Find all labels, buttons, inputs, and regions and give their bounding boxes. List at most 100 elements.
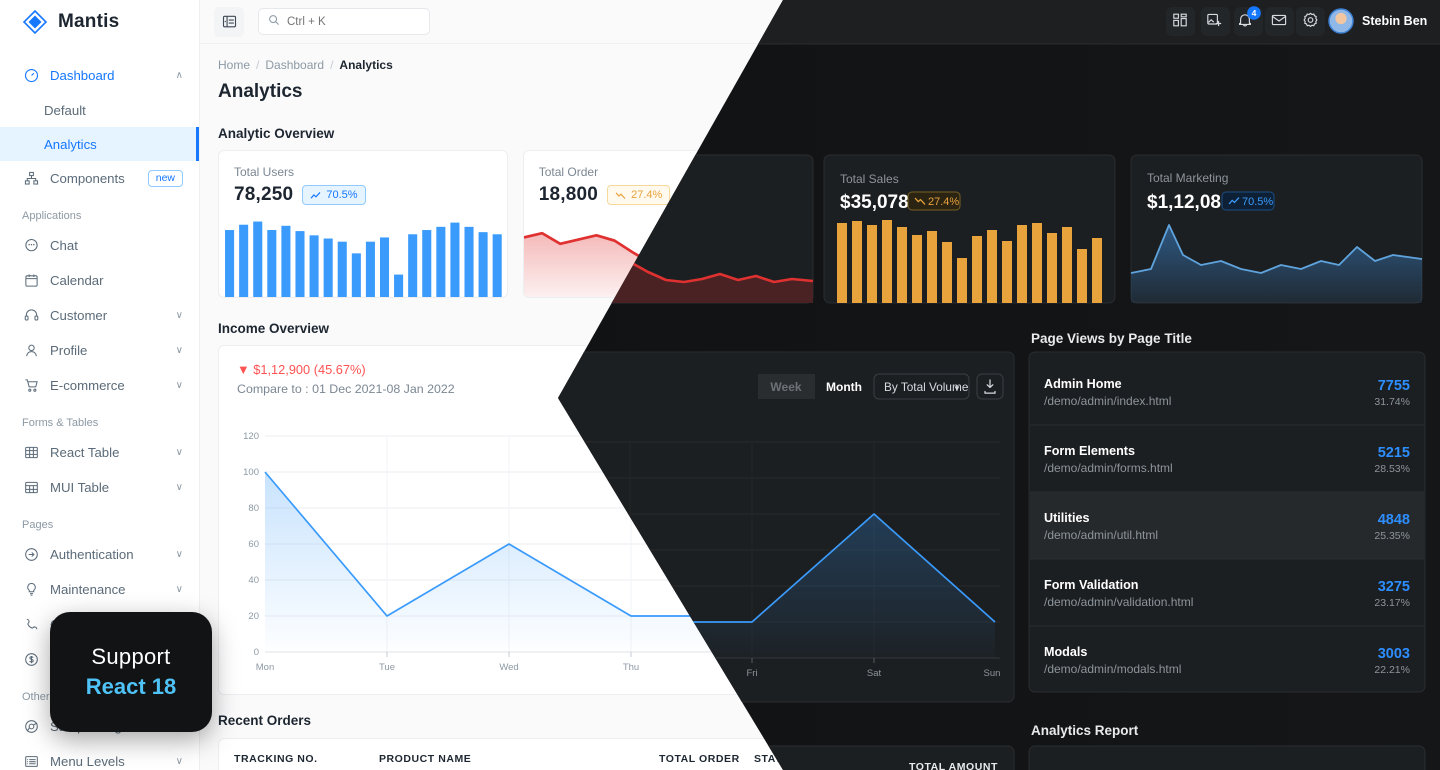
status-badge: 70.5% — [302, 184, 366, 206]
table-icon — [22, 445, 40, 460]
breadcrumb-dashboard[interactable]: Dashboard — [265, 58, 324, 72]
mail-icon[interactable] — [1245, 6, 1276, 37]
top-header: 4 Stebin Ben — [200, 0, 1440, 44]
list-item[interactable]: Utilities /demo/admin/util.html 4848 25.… — [1028, 464, 1421, 523]
menu-fold-icon[interactable] — [214, 6, 244, 37]
menu-list-icon — [22, 754, 40, 769]
column-status: STATUS — [754, 753, 798, 765]
income-delta-text: $1,12,900 (45.67%) — [253, 362, 366, 377]
bell-icon[interactable]: 4 — [1210, 6, 1241, 37]
gear-icon[interactable] — [1280, 6, 1311, 37]
list-item[interactable]: Form Elements /demo/admin/forms.html 521… — [1028, 405, 1421, 464]
login-icon — [22, 547, 40, 562]
page-views-panel: Admin Home /demo/admin/index.html 7755 3… — [1027, 345, 1422, 695]
period-week-button[interactable]: Week — [690, 363, 754, 389]
column-tracking-no: TRACKING NO. — [234, 753, 318, 765]
table-icon — [22, 480, 40, 495]
page-view-count: 7755 — [1373, 359, 1406, 375]
stat-delta: 70.5% — [1267, 188, 1299, 201]
notification-count: 4 — [1225, 8, 1239, 21]
sidebar-item-calendar[interactable]: Calendar — [0, 263, 199, 298]
sparkline-bars — [219, 212, 507, 297]
page-view-count: 3003 — [1373, 595, 1406, 611]
sidebar-item-customer[interactable]: Customer ∨ — [0, 298, 199, 333]
chat-icon — [22, 238, 40, 253]
sidebar-item-authentication[interactable]: Authentication ∨ — [0, 537, 199, 572]
search-input[interactable] — [287, 15, 420, 28]
status-badge: 27.4% — [607, 184, 671, 206]
download-button[interactable] — [965, 362, 994, 390]
orders-table-header: TRACKING NO. PRODUCT NAME TOTAL ORDER ST… — [219, 739, 1011, 765]
apps-grid-icon[interactable] — [1140, 6, 1171, 37]
period-month-button[interactable]: Month — [753, 363, 822, 389]
header-actions: 4 Stebin Ben — [1140, 6, 1426, 37]
calendar-icon — [22, 273, 40, 288]
brand[interactable]: Mantis — [0, 0, 199, 44]
trend-up-icon — [310, 191, 321, 199]
phone-icon — [22, 617, 40, 632]
stat-card-total-sales[interactable]: Total Sales $35,078 27.4% — [827, 150, 1118, 298]
page-view-pct: 22.21% — [1370, 615, 1406, 627]
sidebar-item-label: Customer — [50, 308, 108, 323]
sidebar-item-mui-table[interactable]: MUI Table ∨ — [0, 470, 199, 505]
sidebar-item-react-table[interactable]: React Table ∨ — [0, 435, 199, 470]
stat-card-total-users[interactable]: Total Users 78,250 70.5% — [218, 150, 508, 298]
trend-down-icon — [615, 191, 626, 199]
chrome-icon — [22, 719, 40, 734]
period-toggle[interactable]: Week Month — [690, 363, 822, 389]
image-add-icon[interactable] — [1175, 6, 1206, 37]
list-item[interactable]: Modals /demo/admin/modals.html 3003 22.2… — [1028, 582, 1421, 640]
breadcrumb-current: Analytics — [339, 58, 393, 72]
page-view-pct: 23.17% — [1370, 556, 1406, 568]
page-view-pct: 25.35% — [1370, 497, 1406, 509]
svg-text:20: 20 — [248, 611, 259, 622]
sidebar-item-default[interactable]: Default — [0, 93, 199, 127]
list-item[interactable]: Form Validation /demo/admin/validation.h… — [1028, 523, 1421, 582]
sidebar-item-components[interactable]: Components new — [0, 161, 199, 196]
chevron-down-icon: ▼ — [936, 371, 945, 381]
chevron-down-icon: ∨ — [175, 345, 183, 356]
svg-text:Wed: Wed — [499, 662, 518, 673]
trend-up-icon — [1252, 191, 1263, 199]
svg-text:80: 80 — [248, 503, 259, 514]
search-box[interactable] — [258, 8, 430, 35]
sidebar-item-maintenance[interactable]: Maintenance ∨ — [0, 572, 199, 607]
sidebar-item-ecommerce[interactable]: E-commerce ∨ — [0, 368, 199, 403]
page-view-pct: 31.74% — [1370, 379, 1406, 391]
sparkline-area — [523, 212, 812, 297]
sidebar-item-chat[interactable]: Chat — [0, 228, 199, 263]
user-icon — [22, 343, 40, 358]
sidebar-item-label: Dashboard — [50, 68, 115, 83]
user-name: Stebin Ben — [1360, 14, 1426, 29]
svg-text:100: 100 — [243, 467, 259, 478]
main-content: Home / Dashboard / Analytics Analytics A… — [200, 44, 1440, 770]
section-page-views-title: Page Views by Page Title — [1027, 321, 1188, 336]
sidebar-item-analytics[interactable]: Analytics — [0, 127, 199, 161]
page-view-url: /demo/admin/forms.html — [1043, 436, 1172, 450]
page-view-title: Modals — [1043, 595, 1087, 609]
sidebar-item-label: Analytics — [44, 136, 97, 152]
support-badge[interactable]: Support React 18 — [50, 612, 212, 732]
sidebar-group-pages: Pages — [22, 519, 54, 531]
breadcrumb-home[interactable]: Home — [218, 58, 250, 72]
stat-delta: 27.4% — [631, 188, 663, 201]
analytics-report-panel — [1027, 738, 1422, 770]
sitemap-icon — [22, 171, 40, 186]
brand-name: Mantis — [58, 11, 120, 32]
svg-text:Tue: Tue — [379, 662, 395, 673]
support-line2: React 18 — [85, 674, 177, 699]
stat-value: 18,800 — [538, 184, 599, 205]
avatar[interactable] — [1322, 8, 1349, 35]
trend-down-icon — [931, 191, 942, 199]
sidebar-group-forms-tables: Forms & Tables — [22, 417, 99, 429]
stat-card-total-marketing[interactable]: Total Marketing $1,12,083 70.5% — [1132, 150, 1422, 298]
sidebar-item-menu-levels[interactable]: Menu Levels ∨ — [0, 744, 199, 770]
status-badge: 27.4% — [922, 184, 986, 206]
sidebar-item-profile[interactable]: Profile ∨ — [0, 333, 199, 368]
stat-card-total-order[interactable]: Total Order 18,800 27.4% — [522, 150, 813, 298]
list-item[interactable]: Admin Home /demo/admin/index.html 7755 3… — [1028, 346, 1421, 405]
sidebar-item-label: Menu Levels — [50, 754, 125, 769]
sidebar-item-dashboard[interactable]: Dashboard ∧ — [0, 58, 199, 93]
page-view-url: /demo/admin/validation.html — [1043, 554, 1193, 568]
volume-select[interactable]: By Total Volume ▼ — [830, 362, 957, 390]
